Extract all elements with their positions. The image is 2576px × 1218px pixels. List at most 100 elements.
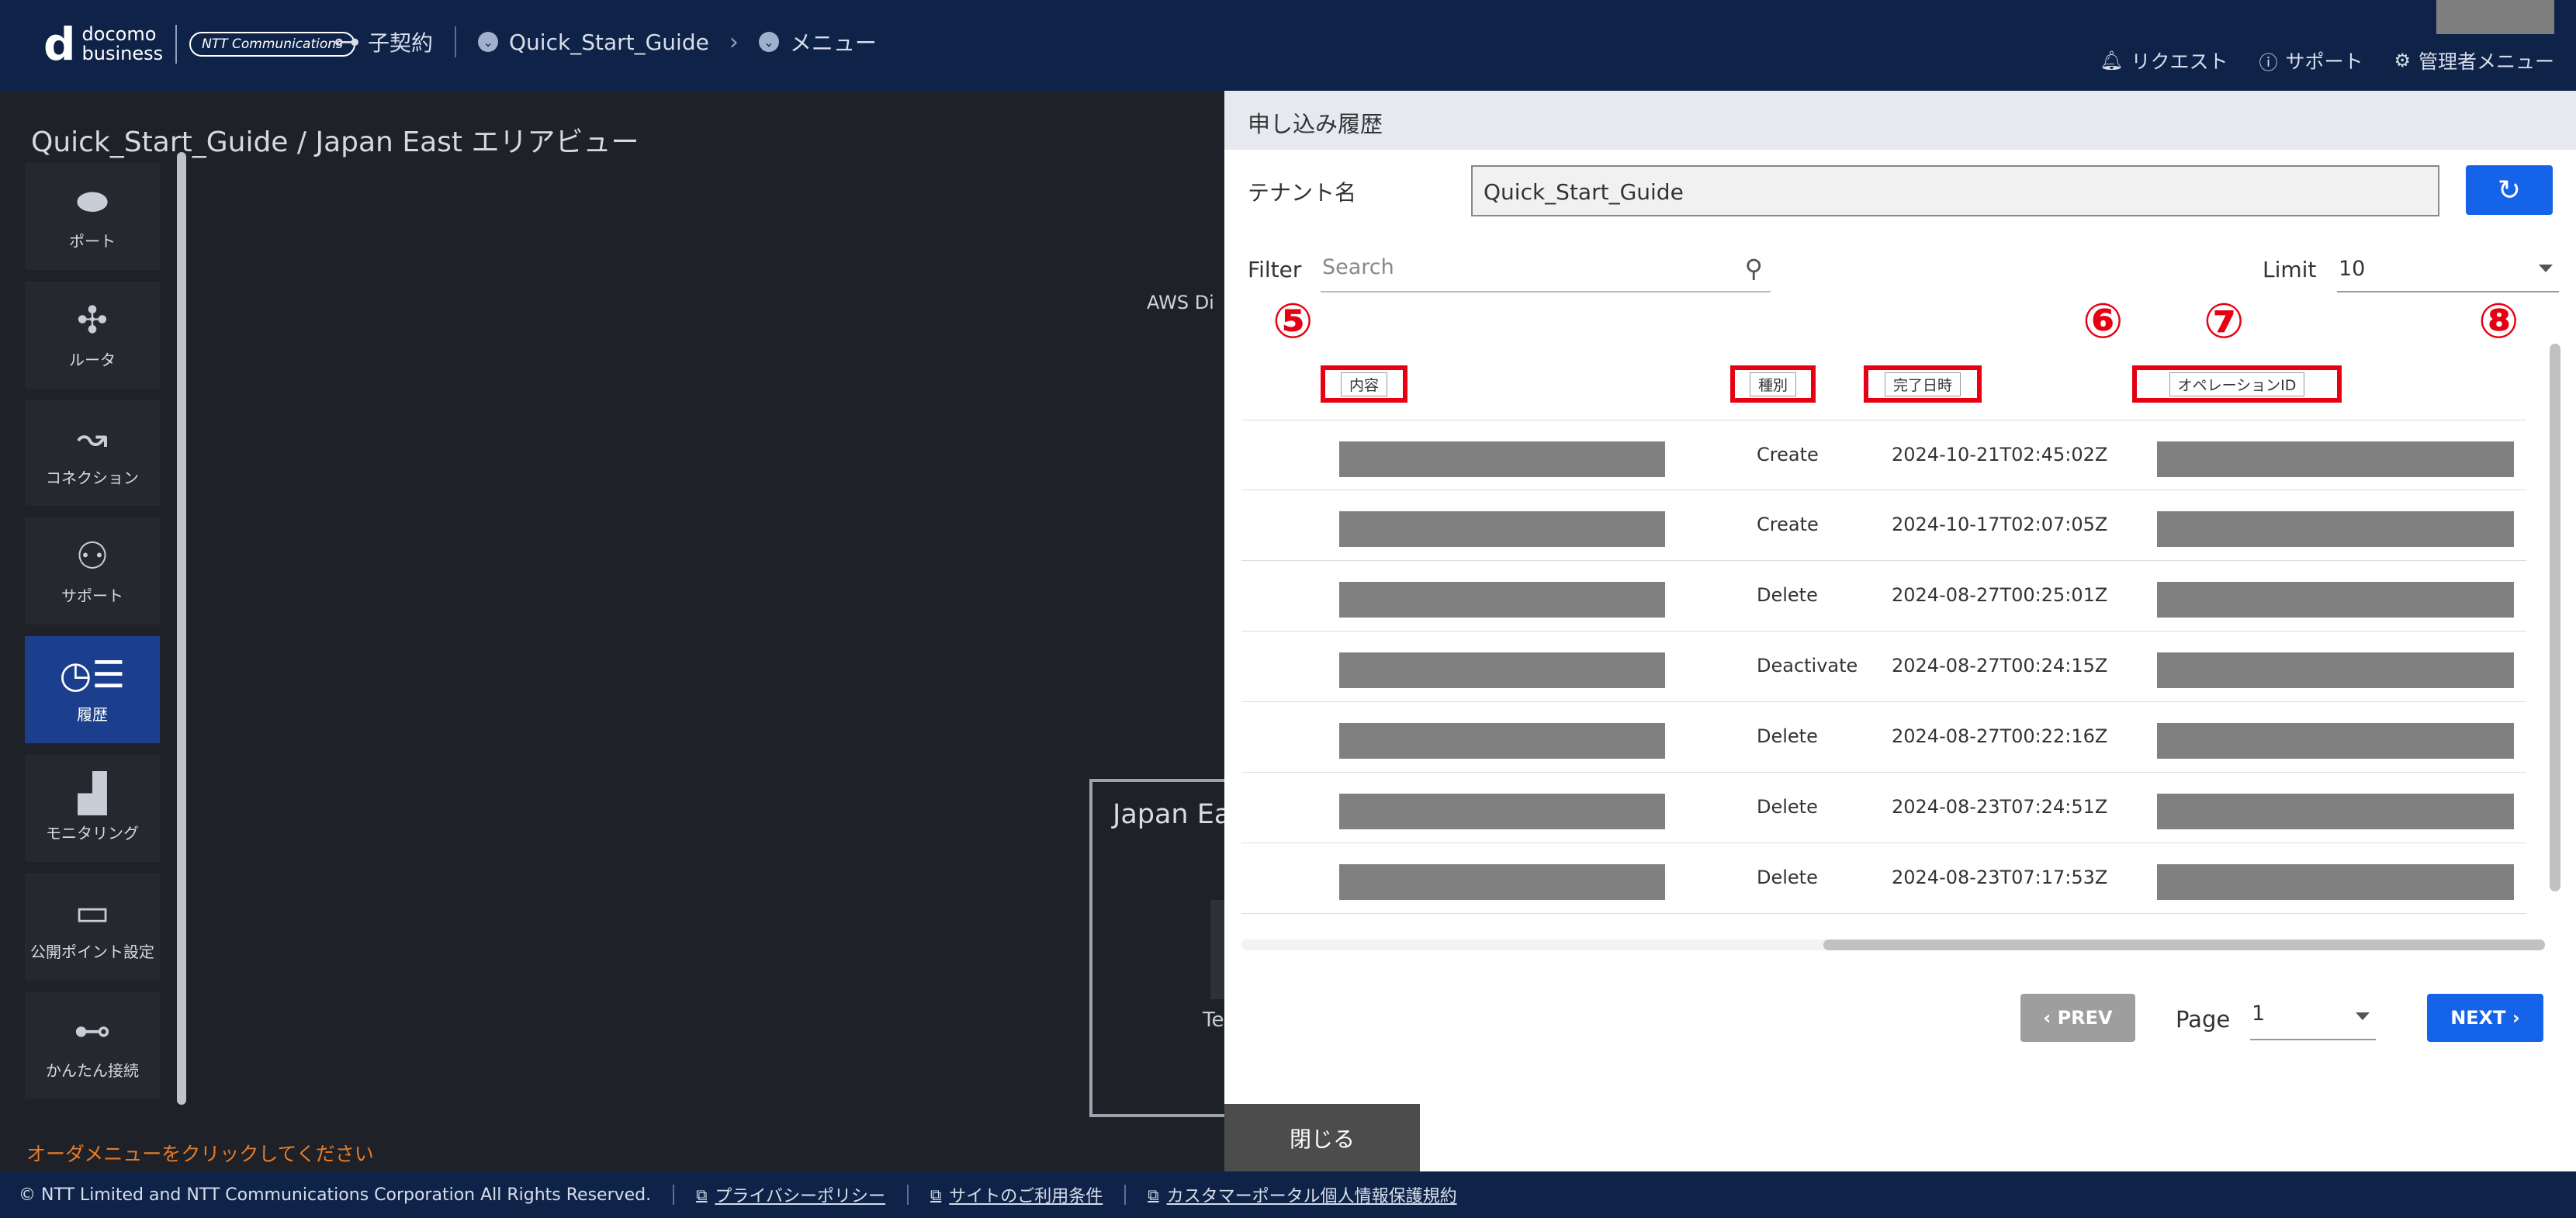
table-row[interactable]: Create 2024-10-17T02:07:05Z bbox=[1241, 490, 2526, 561]
prev-button[interactable]: ‹ PREV bbox=[2020, 994, 2135, 1042]
breadcrumb-tenant[interactable]: Quick_Start_Guide bbox=[509, 29, 709, 55]
customer-policy-link[interactable]: ⧉ カスタマーポータル個人情報保護規約 bbox=[1148, 1182, 1456, 1207]
operation-id-cell-masked bbox=[2157, 794, 2514, 829]
public-point-icon: ▭ bbox=[74, 890, 110, 934]
search-field: ⚲ bbox=[1321, 246, 1771, 292]
tenant-label: テナント名 bbox=[1248, 180, 1357, 206]
type-cell: Create bbox=[1757, 514, 1819, 535]
table-row[interactable]: Create 2024-10-21T02:45:02Z bbox=[1241, 420, 2526, 490]
column-label: オペレーションID bbox=[2169, 372, 2305, 396]
page-title: Quick_Start_Guide / Japan East エリアビュー bbox=[31, 126, 639, 158]
annotation-marker-5: ⑤ bbox=[1272, 292, 1314, 349]
hierarchy-icon: ⊶ bbox=[334, 26, 360, 57]
next-button[interactable]: NEXT › bbox=[2427, 994, 2543, 1042]
breadcrumb-divider bbox=[455, 26, 457, 57]
limit-label: Limit bbox=[2263, 257, 2317, 282]
page-value: 1 bbox=[2252, 1002, 2266, 1026]
table-row[interactable]: Delete 2024-08-23T07:17:53Z bbox=[1241, 843, 2526, 914]
content-cell-masked bbox=[1339, 582, 1665, 618]
request-label: リクエスト bbox=[2131, 50, 2228, 73]
customer-policy-label: カスタマーポータル個人情報保護規約 bbox=[1166, 1187, 1457, 1206]
terms-link[interactable]: ⧉ サイトのご利用条件 bbox=[930, 1182, 1103, 1207]
region-box[interactable]: Japan Ea Te bbox=[1089, 779, 1245, 1117]
monitoring-icon: ▟ bbox=[78, 771, 107, 815]
table-row[interactable]: Delete 2024-08-23T07:24:51Z bbox=[1241, 773, 2526, 843]
sidebar-item-label: 公開ポイント設定 bbox=[30, 942, 154, 961]
brand-divider bbox=[175, 25, 178, 64]
search-icon[interactable]: ⚲ bbox=[1745, 254, 1763, 283]
sidebar-item-label: コネクション bbox=[46, 468, 139, 487]
date-cell: 2024-10-21T02:45:02Z bbox=[1892, 444, 2108, 465]
sidebar-item-support[interactable]: ⚇ サポート bbox=[25, 517, 160, 625]
annotation-marker-7: ⑦ bbox=[2204, 292, 2245, 349]
support-user-icon: ⚇ bbox=[75, 534, 109, 578]
operation-id-cell-masked bbox=[2157, 723, 2514, 759]
type-cell: Delete bbox=[1757, 584, 1818, 606]
chevron-down-icon[interactable]: ⌄ bbox=[478, 32, 499, 52]
sidebar-item-history[interactable]: ◷☰ 履歴 bbox=[25, 636, 160, 743]
brand-logo[interactable]: d docomo business NTT Communications bbox=[43, 22, 355, 67]
privacy-policy-link[interactable]: ⧉ プライバシーポリシー bbox=[696, 1182, 885, 1207]
annotation-marker-6: ⑥ bbox=[2083, 292, 2124, 349]
breadcrumb: ⊶ 子契約 ⌄ Quick_Start_Guide › ⌄ メニュー bbox=[334, 26, 877, 57]
content-cell-masked bbox=[1339, 511, 1665, 547]
filter-label: Filter bbox=[1248, 257, 1302, 282]
caret-down-icon bbox=[2539, 265, 2553, 272]
search-input[interactable] bbox=[1321, 246, 1709, 288]
breadcrumb-contract[interactable]: 子契約 bbox=[368, 26, 433, 57]
caret-down-icon bbox=[2356, 1012, 2370, 1020]
request-link[interactable]: 🔔︎ リクエスト bbox=[2100, 47, 2228, 74]
connection-icon: ↝ bbox=[76, 416, 109, 460]
sidebar-item-easy-connect[interactable]: ⊷ かんたん接続 bbox=[25, 992, 160, 1099]
operation-id-cell-masked bbox=[2157, 511, 2514, 547]
table-vertical-scrollbar[interactable] bbox=[2550, 344, 2560, 891]
operation-id-cell-masked bbox=[2157, 652, 2514, 688]
breadcrumb-menu[interactable]: メニュー bbox=[790, 26, 877, 57]
type-cell: Delete bbox=[1757, 796, 1818, 818]
date-cell: 2024-08-27T00:22:16Z bbox=[1892, 725, 2108, 747]
page-label: Page bbox=[2176, 1006, 2231, 1033]
refresh-button[interactable]: ↻ bbox=[2466, 165, 2553, 215]
next-label: NEXT bbox=[2450, 1007, 2506, 1029]
column-header-content[interactable]: 内容 bbox=[1321, 365, 1407, 403]
page-select[interactable]: 1 bbox=[2250, 994, 2376, 1040]
admin-menu-link[interactable]: ⚙ 管理者メニュー bbox=[2394, 47, 2554, 74]
masked-user-area bbox=[2436, 0, 2554, 34]
sidebar-item-public-point[interactable]: ▭ 公開ポイント設定 bbox=[25, 874, 160, 981]
terms-label: サイトのご利用条件 bbox=[949, 1187, 1103, 1206]
table-row[interactable]: Deactivate 2024-08-27T00:24:15Z bbox=[1241, 631, 2526, 702]
chevron-down-icon[interactable]: ⌄ bbox=[758, 32, 779, 52]
column-header-type[interactable]: 種別 bbox=[1730, 365, 1816, 403]
sidebar: ⬬ ポート ✣ ルータ ↝ コネクション ⚇ サポート ◷☰ 履歴 ▟ モニタリ… bbox=[25, 163, 161, 1111]
tenant-name-field: Quick_Start_Guide bbox=[1471, 165, 2439, 216]
column-header-completed[interactable]: 完了日時 bbox=[1864, 365, 1982, 403]
date-cell: 2024-08-27T00:24:15Z bbox=[1892, 655, 2108, 676]
history-icon: ◷☰ bbox=[59, 652, 126, 697]
sidebar-item-port[interactable]: ⬬ ポート bbox=[25, 163, 160, 270]
table-row[interactable]: Delete 2024-08-27T00:25:01Z bbox=[1241, 561, 2526, 631]
external-link-icon: ⧉ bbox=[930, 1185, 942, 1204]
table-horizontal-scrollbar[interactable] bbox=[1241, 939, 2545, 950]
aws-direct-label: AWS Di bbox=[1147, 292, 1214, 313]
docomo-d-logo-icon: d bbox=[43, 18, 76, 71]
chevron-right-icon: › bbox=[2505, 1007, 2520, 1029]
content-cell-masked bbox=[1339, 723, 1665, 759]
panel-title: 申し込み履歴 bbox=[1248, 111, 1383, 137]
limit-select[interactable]: 10 bbox=[2337, 246, 2559, 292]
support-link[interactable]: ⓘ サポート bbox=[2259, 47, 2363, 74]
scrollbar-thumb[interactable] bbox=[1823, 939, 2545, 950]
sidebar-item-monitoring[interactable]: ▟ モニタリング bbox=[25, 755, 160, 862]
sidebar-item-connection[interactable]: ↝ コネクション bbox=[25, 400, 160, 506]
date-cell: 2024-10-17T02:07:05Z bbox=[1892, 514, 2108, 535]
content-cell-masked bbox=[1339, 864, 1665, 900]
sidebar-scrollbar[interactable] bbox=[177, 152, 186, 1105]
type-cell: Deactivate bbox=[1757, 655, 1858, 676]
sidebar-item-router[interactable]: ✣ ルータ bbox=[25, 282, 160, 389]
date-cell: 2024-08-23T07:17:53Z bbox=[1892, 867, 2108, 888]
date-cell: 2024-08-27T00:25:01Z bbox=[1892, 584, 2108, 606]
close-button[interactable]: 閉じる bbox=[1224, 1104, 1420, 1171]
table-row[interactable]: Delete 2024-08-27T00:22:16Z bbox=[1241, 702, 2526, 773]
gear-icon: ⚙ bbox=[2394, 50, 2411, 71]
column-header-operation-id[interactable]: オペレーションID bbox=[2132, 365, 2342, 403]
external-link-icon: ⧉ bbox=[1148, 1185, 1159, 1204]
